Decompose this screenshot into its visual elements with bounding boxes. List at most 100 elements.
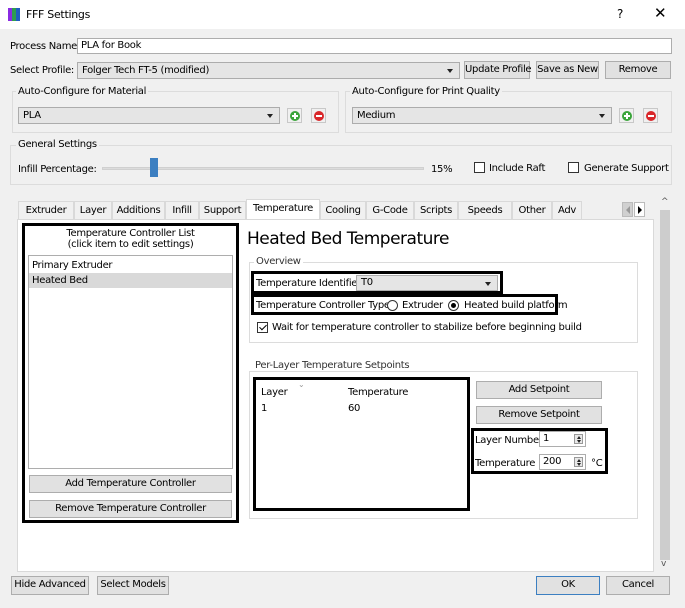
cell-layer: 1 [261,403,268,414]
save-as-new-button[interactable]: Save as New [536,61,599,79]
general-settings-title: General Settings [16,139,99,150]
arrow-left-icon [626,206,630,214]
plus-icon [290,111,300,121]
arrow-right-icon [638,206,642,214]
cancel-button[interactable]: Cancel [606,576,670,595]
extruder-radio-label: Extruder [402,300,443,311]
sort-indicator-icon: ⌄ [298,380,305,389]
detail-heading: Heated Bed Temperature [247,229,449,249]
temperature-spinbox[interactable]: 200 [539,454,586,470]
process-name-input[interactable]: PLA for Book [77,38,672,54]
tab-extruder[interactable]: Extruder [18,201,74,220]
infill-slider-handle[interactable] [150,158,159,177]
add-quality-button[interactable] [619,108,634,123]
scroll-down-icon[interactable]: v [661,559,666,569]
column-header-layer[interactable]: Layer [261,387,288,398]
chevron-down-icon [447,69,453,73]
quality-group-title: Auto-Configure for Print Quality [350,86,502,97]
scrollbar-thumb[interactable] [660,210,670,560]
quality-select[interactable]: Medium [352,107,612,124]
controller-list[interactable]: Primary Extruder Heated Bed [28,255,233,469]
heated-build-platform-radio[interactable] [448,300,459,311]
tab-g-code[interactable]: G-Code [366,201,414,220]
wait-stabilize-checkbox[interactable] [257,322,268,333]
vertical-scrollbar[interactable]: ^ v [658,197,672,573]
add-material-button[interactable] [287,108,302,123]
include-raft-label: Include Raft [489,163,546,174]
profile-value: Folger Tech FT-5 (modified) [82,65,210,76]
identifier-label: Temperature Identifier [256,278,361,289]
minus-icon [314,111,324,121]
window-title: FFF Settings [26,8,90,21]
quality-value: Medium [357,110,396,121]
temperature-value: 200 [543,456,562,467]
add-setpoint-button[interactable]: Add Setpoint [476,381,602,399]
controller-list-subtitle: (click item to edit settings) [67,239,194,250]
tab-other[interactable]: Other [512,201,552,220]
select-models-button[interactable]: Select Models [97,576,169,595]
controller-list-title: Temperature Controller List [66,228,195,239]
material-group-title: Auto-Configure for Material [16,86,149,97]
generate-support-label: Generate Support [584,163,669,174]
tab-additions[interactable]: Additions [112,201,165,220]
cell-temperature: 60 [348,403,361,414]
heated-build-platform-radio-label: Heated build platform [464,300,568,311]
tab-speeds[interactable]: Speeds [458,201,512,220]
spin-arrows-icon[interactable] [574,457,583,467]
checkmark-icon [259,322,267,331]
tab-scripts[interactable]: Scripts [414,201,458,220]
controller-item-primary-extruder[interactable]: Primary Extruder [29,258,232,273]
chevron-down-icon [267,114,273,118]
overview-title: Overview [254,256,303,267]
extruder-radio[interactable] [387,300,398,311]
remove-material-button[interactable] [311,108,326,123]
infill-label: Infill Percentage: [18,164,97,175]
remove-temperature-controller-button[interactable]: Remove Temperature Controller [29,500,232,518]
hide-advanced-button[interactable]: Hide Advanced [11,576,89,595]
add-temperature-controller-button[interactable]: Add Temperature Controller [29,475,232,493]
setpoints-title: Per-Layer Temperature Setpoints [253,360,412,371]
tab-scroll-right-button[interactable] [634,202,645,217]
layer-number-label: Layer Number [475,435,543,446]
app-icon [8,8,20,21]
wait-stabilize-label: Wait for temperature controller to stabi… [272,322,582,333]
include-raft-checkbox[interactable] [474,162,485,173]
spin-arrows-icon[interactable] [574,434,583,444]
material-select[interactable]: PLA [18,107,280,124]
profile-select[interactable]: Folger Tech FT-5 (modified) [77,62,460,79]
layer-number-value: 1 [543,433,550,444]
identifier-select[interactable]: T0 [356,275,498,291]
tab-temperature[interactable]: Temperature [246,199,320,221]
ok-button[interactable]: OK [536,576,600,595]
help-button[interactable]: ? [617,7,623,21]
tab-scroll-left-button[interactable] [622,202,633,217]
chevron-down-icon [599,114,605,118]
temperature-unit: °C [591,458,603,469]
scroll-up-icon[interactable]: ^ [661,197,669,207]
tab-infill[interactable]: Infill [165,201,199,220]
generate-support-checkbox[interactable] [568,162,579,173]
controller-type-label: Temperature Controller Type: [256,300,393,311]
infill-value: 15% [431,164,453,175]
title-bar: FFF Settings ? ✕ [0,0,685,30]
controller-item-heated-bed[interactable]: Heated Bed [29,273,232,288]
process-name-label: Process Name: [10,41,81,52]
remove-quality-button[interactable] [643,108,658,123]
layer-number-spinbox[interactable]: 1 [539,431,586,447]
identifier-value: T0 [361,277,373,288]
remove-setpoint-button[interactable]: Remove Setpoint [476,406,602,424]
close-button[interactable]: ✕ [654,4,667,22]
material-value: PLA [23,110,41,121]
setpoints-table[interactable]: ⌄ Layer Temperature 1 60 [253,377,470,511]
chevron-down-icon [485,282,491,286]
column-header-temperature[interactable]: Temperature [348,387,408,398]
tab-adv[interactable]: Adv [552,201,582,220]
table-row[interactable]: 1 60 [256,402,467,416]
tab-layer[interactable]: Layer [74,201,112,220]
tab-cooling[interactable]: Cooling [320,201,366,220]
remove-profile-button[interactable]: Remove [605,61,671,79]
tab-support[interactable]: Support [199,201,246,220]
update-profile-button[interactable]: Update Profile [464,61,532,79]
temperature-label: Temperature [475,458,536,469]
select-profile-label: Select Profile: [10,65,74,76]
